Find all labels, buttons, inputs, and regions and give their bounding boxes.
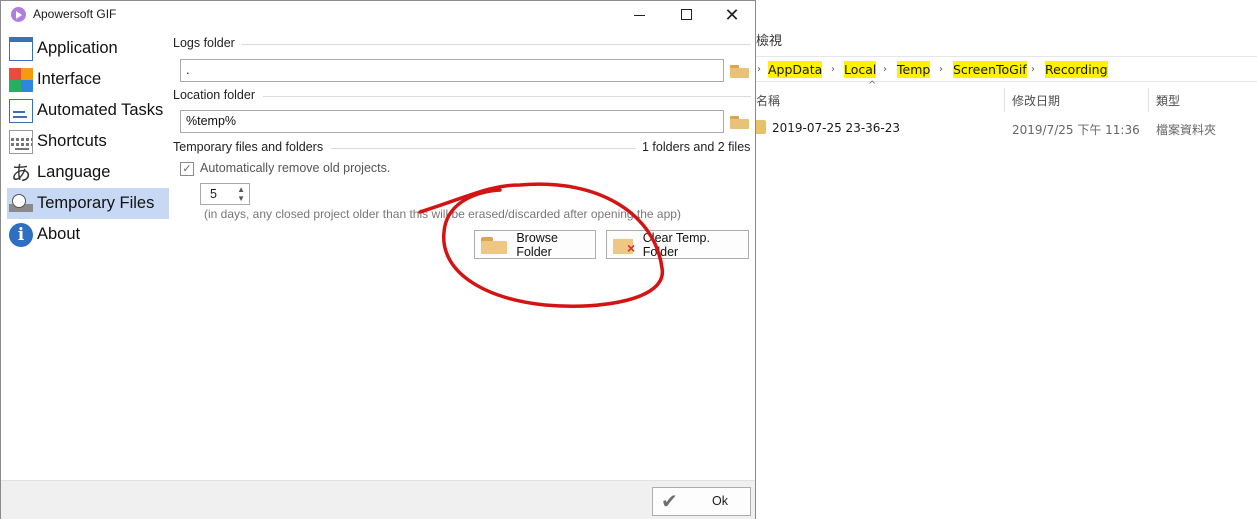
maximize-icon <box>681 9 692 20</box>
location-folder-label: Location folder <box>173 88 256 102</box>
sidebar-item-temporary-files[interactable]: Temporary Files <box>7 188 169 219</box>
close-button[interactable]: ✕ <box>709 1 755 29</box>
file-name: 2019-07-25 23-36-23 <box>772 121 901 135</box>
application-icon <box>9 36 33 61</box>
clear-temp-folder-button[interactable]: Clear Temp. Folder <box>606 230 749 259</box>
address-bar[interactable]: › AppData › Local › Temp › ScreenToGif ›… <box>756 56 1257 82</box>
sidebar-item-label: Interface <box>37 70 102 88</box>
breadcrumb-appdata[interactable]: AppData <box>768 61 823 78</box>
browse-folder-button[interactable]: Browse Folder <box>474 230 596 259</box>
temporary-files-icon <box>9 191 33 216</box>
ribbon-tab-view[interactable]: 檢視 <box>756 30 782 49</box>
minimize-icon <box>634 15 645 16</box>
chevron-right-icon: › <box>831 64 835 75</box>
chevron-right-icon: › <box>939 64 943 75</box>
sidebar-item-application[interactable]: Application <box>7 33 169 64</box>
column-type[interactable]: 類型 <box>1156 92 1180 109</box>
dialog-footer: ✔ Ok <box>1 480 755 519</box>
file-row[interactable]: 2019-07-25 23-36-23 2019/7/25 下午 11:36 檔… <box>756 118 1257 140</box>
location-folder-browse-icon[interactable] <box>729 113 751 131</box>
logs-folder-input[interactable]: . <box>180 59 724 82</box>
sidebar-item-label: About <box>37 225 81 243</box>
maximize-button[interactable] <box>663 1 709 29</box>
sidebar-item-interface[interactable]: Interface <box>7 64 169 95</box>
sidebar-item-label: Language <box>37 163 111 181</box>
browse-folder-label: Browse Folder <box>516 230 559 259</box>
close-icon: ✕ <box>724 5 740 25</box>
sidebar: Application Interface Automated Tasks Sh… <box>7 33 169 250</box>
window-title: Apowersoft GIF <box>33 7 117 21</box>
automated-tasks-icon <box>9 98 33 123</box>
sidebar-item-language[interactable]: あ Language <box>7 157 169 188</box>
logs-folder-browse-icon[interactable] <box>729 62 751 80</box>
breadcrumb-temp[interactable]: Temp <box>897 61 931 78</box>
checkmark-icon: ✔ <box>661 491 678 513</box>
title-bar[interactable]: Apowersoft GIF ✕ <box>1 1 755 29</box>
sidebar-item-about[interactable]: i About <box>7 219 169 250</box>
keyboard-icon <box>9 129 33 154</box>
days-hint: (in days, any closed project older than … <box>204 207 681 221</box>
days-stepper[interactable]: 5 ▲ ▼ <box>200 183 250 205</box>
column-modified[interactable]: 修改日期 <box>1012 92 1060 109</box>
arrow-down-icon[interactable]: ▼ <box>237 194 245 203</box>
sidebar-item-label: Shortcuts <box>37 132 107 150</box>
arrow-up-icon[interactable]: ▲ <box>237 185 245 194</box>
clear-temp-folder-label: Clear Temp. Folder <box>642 230 710 259</box>
file-modified: 2019/7/25 下午 11:36 <box>1012 123 1140 137</box>
app-logo-icon <box>11 7 26 22</box>
ok-button[interactable]: ✔ Ok <box>652 487 751 516</box>
breadcrumb-screentogif[interactable]: ScreenToGif <box>953 61 1027 78</box>
auto-remove-checkbox[interactable]: ✓ <box>180 162 194 176</box>
sidebar-item-label: Automated Tasks <box>37 101 164 119</box>
column-name[interactable]: 名稱 <box>756 92 780 109</box>
sidebar-item-automated-tasks[interactable]: Automated Tasks <box>7 95 169 126</box>
auto-remove-label[interactable]: Automatically remove old projects. <box>200 161 390 175</box>
breadcrumb-local[interactable]: Local <box>844 61 877 78</box>
info-icon: i <box>9 222 33 247</box>
column-header-row: 名稱 修改日期 類型 <box>756 88 1257 112</box>
logs-folder-label: Logs folder <box>173 36 235 50</box>
interface-icon <box>9 67 33 92</box>
clear-folder-icon <box>613 235 641 255</box>
temp-files-count: 1 folders and 2 files <box>642 140 751 154</box>
ok-label: Ok <box>712 494 728 508</box>
chevron-right-icon: › <box>757 64 761 75</box>
options-window: Apowersoft GIF ✕ Application Interface A… <box>0 0 756 519</box>
sidebar-item-shortcuts[interactable]: Shortcuts <box>7 126 169 157</box>
chevron-right-icon: › <box>1031 64 1035 75</box>
file-explorer-window: 檢視 › AppData › Local › Temp › ScreenToGi… <box>756 0 1257 519</box>
sidebar-item-label: Temporary Files <box>37 194 155 212</box>
chevron-right-icon: › <box>883 64 887 75</box>
folder-icon <box>481 235 508 255</box>
breadcrumb-recording[interactable]: Recording <box>1045 61 1108 78</box>
days-value: 5 <box>210 187 217 201</box>
divider <box>263 96 751 97</box>
folder-icon <box>756 120 766 134</box>
temp-files-label: Temporary files and folders <box>173 140 324 154</box>
divider <box>241 44 751 45</box>
minimize-button[interactable] <box>617 1 663 29</box>
language-icon: あ <box>11 160 31 185</box>
divider <box>331 148 636 149</box>
location-folder-input[interactable]: %temp% <box>180 110 724 133</box>
file-type: 檔案資料夾 <box>1156 123 1217 137</box>
sidebar-item-label: Application <box>37 39 118 57</box>
